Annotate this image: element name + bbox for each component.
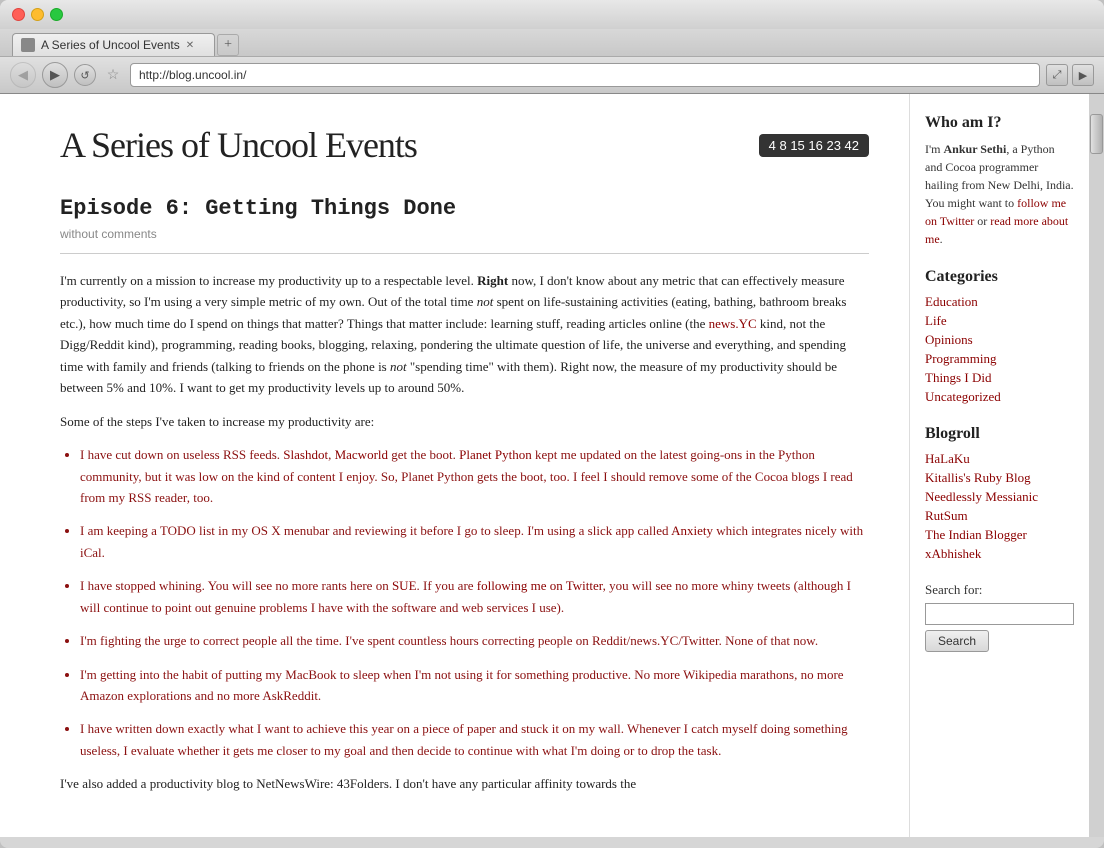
main-content: A Series of Uncool Events 4 8 15 16 23 4… <box>0 94 909 837</box>
tab-favicon <box>21 38 35 52</box>
category-link-life[interactable]: Life <box>925 313 1074 329</box>
planet-python-link[interactable]: Planet Python <box>459 447 532 462</box>
star-icon: ☆ <box>107 67 120 84</box>
article-body: I'm currently on a mission to increase m… <box>60 270 869 795</box>
anxiety-link[interactable]: Anxiety <box>671 523 713 538</box>
blogroll-link-rutsum[interactable]: RutSum <box>925 508 1074 524</box>
scrollbar-thumb[interactable] <box>1090 114 1103 154</box>
sidebar-categories-section: Categories Education Life Opinions Progr… <box>925 268 1074 405</box>
resize-icon-button[interactable]: ⤢ <box>1046 64 1068 86</box>
blogroll-link-indian-blogger[interactable]: The Indian Blogger <box>925 527 1074 543</box>
list-item: I'm fighting the urge to correct people … <box>80 630 869 651</box>
list-item: I have cut down on useless RSS feeds. Sl… <box>80 444 869 508</box>
search-label: Search for: <box>925 582 1074 598</box>
article-title: Episode 6: Getting Things Done <box>60 196 869 221</box>
list-item: I'm getting into the habit of putting my… <box>80 664 869 707</box>
list-item: I have stopped whining. You will see no … <box>80 575 869 618</box>
sidebar-search-section: Search for: Search <box>925 582 1074 652</box>
maximize-button[interactable] <box>50 8 63 21</box>
blogroll-link-kitallis[interactable]: Kitallis's Ruby Blog <box>925 470 1074 486</box>
tab-bar: A Series of Uncool Events ✕ + <box>0 29 1104 56</box>
sidebar-who-heading: Who am I? <box>925 114 1074 132</box>
list-item: I am keeping a TODO list in my OS X menu… <box>80 520 869 563</box>
page-content: A Series of Uncool Events 4 8 15 16 23 4… <box>0 94 1104 837</box>
article-meta: without comments <box>60 227 869 254</box>
blogroll-link-needlessly-messianic[interactable]: Needlessly Messianic <box>925 489 1074 505</box>
nav-right-icons: ⤢ ▶ <box>1046 64 1094 86</box>
sidebar-who-section: Who am I? I'm Ankur Sethi, a Python and … <box>925 114 1074 248</box>
sidebar-blogroll-section: Blogroll HaLaKu Kitallis's Ruby Blog Nee… <box>925 425 1074 562</box>
reload-button[interactable]: ↺ <box>74 64 96 86</box>
lottery-numbers: 4 8 15 16 23 42 <box>759 134 869 157</box>
category-link-programming[interactable]: Programming <box>925 351 1074 367</box>
new-tab-button[interactable]: + <box>217 34 239 56</box>
sidebar-who-text: I'm Ankur Sethi, a Python and Cocoa prog… <box>925 140 1074 248</box>
blogroll-link-halaku[interactable]: HaLaKu <box>925 451 1074 467</box>
url-bar[interactable] <box>130 63 1040 87</box>
nav-extra-button[interactable]: ▶ <box>1072 64 1094 86</box>
search-button[interactable]: Search <box>925 630 989 652</box>
minimize-button[interactable] <box>31 8 44 21</box>
article-paragraph-1: I'm currently on a mission to increase m… <box>60 270 869 399</box>
back-icon: ◀ <box>18 67 28 83</box>
sidebar-categories-heading: Categories <box>925 268 1074 286</box>
browser-window: A Series of Uncool Events ✕ + ◀ ▶ ↺ ☆ ⤢ … <box>0 0 1104 848</box>
tab-title: A Series of Uncool Events <box>41 38 180 52</box>
macworld-link[interactable]: Macworld <box>335 447 388 462</box>
blogroll-link-xabhishek[interactable]: xAbhishek <box>925 546 1074 562</box>
category-link-uncategorized[interactable]: Uncategorized <box>925 389 1074 405</box>
category-link-things-i-did[interactable]: Things I Did <box>925 370 1074 386</box>
navigation-bar: ◀ ▶ ↺ ☆ ⤢ ▶ <box>0 56 1104 94</box>
article-paragraph-final: I've also added a productivity blog to N… <box>60 773 869 794</box>
bookmark-button[interactable]: ☆ <box>102 64 124 86</box>
forward-button[interactable]: ▶ <box>42 62 68 88</box>
search-input[interactable] <box>925 603 1074 625</box>
category-link-opinions[interactable]: Opinions <box>925 332 1074 348</box>
scrollbar[interactable] <box>1089 94 1104 837</box>
traffic-lights <box>12 8 63 21</box>
close-button[interactable] <box>12 8 25 21</box>
list-item: I have written down exactly what I want … <box>80 718 869 761</box>
article: Episode 6: Getting Things Done without c… <box>60 196 869 795</box>
sidebar: Who am I? I'm Ankur Sethi, a Python and … <box>909 94 1089 837</box>
sue-link[interactable]: SUE <box>392 578 417 593</box>
title-bar <box>0 0 1104 29</box>
slashdot-link[interactable]: Slashdot <box>283 447 328 462</box>
news-yc-link[interactable]: news.YC <box>709 316 757 331</box>
back-button[interactable]: ◀ <box>10 62 36 88</box>
reload-icon: ↺ <box>80 69 89 82</box>
site-title: A Series of Uncool Events <box>60 124 417 166</box>
site-header: A Series of Uncool Events 4 8 15 16 23 4… <box>60 124 869 176</box>
article-list: I have cut down on useless RSS feeds. Sl… <box>80 444 869 761</box>
forward-icon: ▶ <box>50 67 60 83</box>
resize-icon: ⤢ <box>1053 69 1062 82</box>
category-link-education[interactable]: Education <box>925 294 1074 310</box>
sidebar-blogroll-heading: Blogroll <box>925 425 1074 443</box>
active-tab[interactable]: A Series of Uncool Events ✕ <box>12 33 215 56</box>
nav-extra-icon: ▶ <box>1079 69 1087 82</box>
tab-close-icon[interactable]: ✕ <box>186 40 194 51</box>
article-paragraph-2: Some of the steps I've taken to increase… <box>60 411 869 432</box>
twitter-follow-link[interactable]: following me on Twitter <box>477 578 603 593</box>
